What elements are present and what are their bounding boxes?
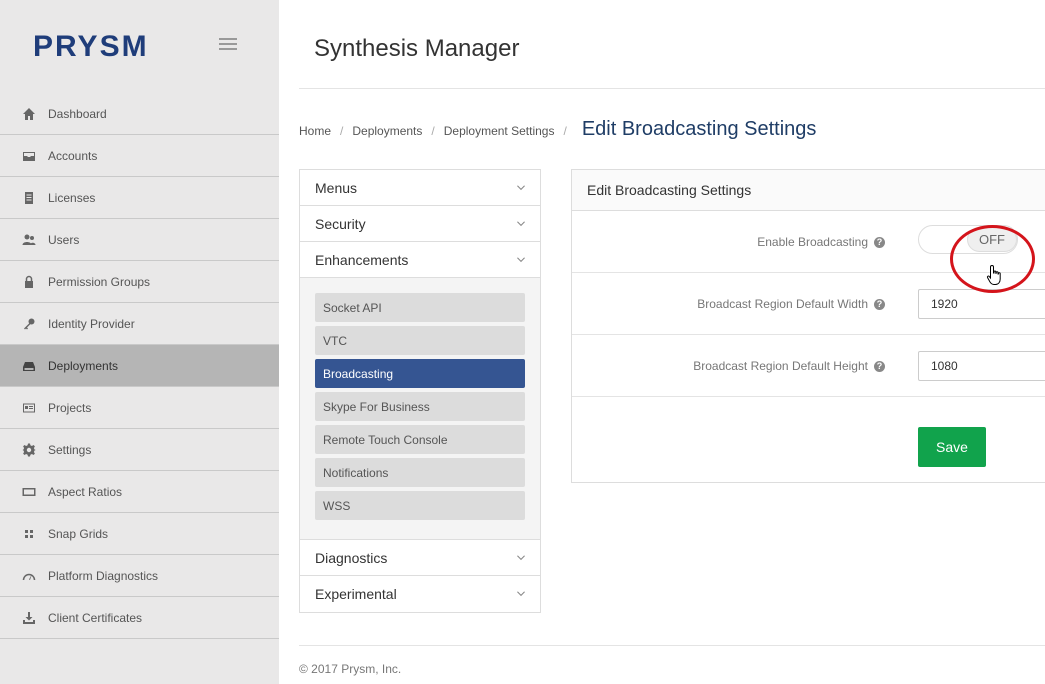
accordion-enhancements[interactable]: Enhancements <box>300 242 540 278</box>
toggle-knob: OFF <box>967 227 1017 252</box>
prysm-logo[interactable]: PRYSM <box>33 30 149 64</box>
accordion-menus[interactable]: Menus <box>300 170 540 206</box>
gauge-icon <box>22 569 36 583</box>
broadcasting-settings-panel: Edit Broadcasting Settings Enable Broadc… <box>571 169 1045 483</box>
page-title: Synthesis Manager <box>314 35 520 62</box>
sidebar-item-label: Projects <box>48 400 92 415</box>
chevron-down-icon <box>517 590 525 598</box>
accordion-experimental[interactable]: Experimental <box>300 576 540 612</box>
sidebar-item-label: Users <box>48 232 80 247</box>
breadcrumb-separator: / <box>563 124 567 138</box>
sidebar-item-label: Deployments <box>48 358 119 373</box>
sidebar-item-label: Snap Grids <box>48 526 109 541</box>
drive-icon <box>22 359 36 373</box>
gear-icon <box>22 443 36 457</box>
sidebar-item-label: Settings <box>48 442 92 457</box>
breadcrumb-current: Edit Broadcasting Settings <box>581 118 817 140</box>
form-row-enable-broadcasting: Enable Broadcasting ? OFF <box>572 211 1045 273</box>
accordion-diagnostics[interactable]: Diagnostics <box>300 540 540 576</box>
accordion-security[interactable]: Security <box>300 206 540 242</box>
sidebar-item-aspect-ratios[interactable]: Aspect Ratios <box>0 471 279 513</box>
submenu-item-broadcasting[interactable]: Broadcasting <box>315 359 525 388</box>
breadcrumb: Home / Deployments / Deployment Settings… <box>299 118 816 141</box>
submenu-item-notifications[interactable]: Notifications <box>315 458 525 487</box>
sidebar-item-platform-diagnostics[interactable]: Platform Diagnostics <box>0 555 279 597</box>
settings-accordion: Menus Security Enhancements Socket API V… <box>299 169 541 613</box>
chevron-down-icon <box>517 220 525 228</box>
sidebar-item-accounts[interactable]: Accounts <box>0 135 279 177</box>
rectangle-icon <box>22 485 36 499</box>
sidebar-item-projects[interactable]: Projects <box>0 387 279 429</box>
sidebar-item-identity-provider[interactable]: Identity Provider <box>0 303 279 345</box>
region-height-label: Broadcast Region Default Height <box>693 359 868 373</box>
submenu-item-vtc[interactable]: VTC <box>315 326 525 355</box>
enhancements-submenu: Socket API VTC Broadcasting Skype For Bu… <box>300 278 540 540</box>
users-icon <box>22 233 36 247</box>
document-icon <box>22 191 36 205</box>
region-width-label: Broadcast Region Default Width <box>697 297 868 311</box>
inbox-icon <box>22 149 36 163</box>
sidebar-item-dashboard[interactable]: Dashboard <box>0 93 279 135</box>
region-width-label-group: Broadcast Region Default Width ? <box>697 273 885 335</box>
help-icon[interactable]: ? <box>874 298 885 310</box>
sidebar-item-label: Permission Groups <box>48 274 151 289</box>
help-icon[interactable]: ? <box>874 360 885 372</box>
sidebar-item-label: Client Certificates <box>48 610 143 625</box>
sidebar-nav: Dashboard Accounts Licenses Users Permis… <box>0 93 279 639</box>
sidebar-item-label: Aspect Ratios <box>48 484 123 499</box>
sidebar-item-licenses[interactable]: Licenses <box>0 177 279 219</box>
download-icon <box>22 611 36 625</box>
accordion-label: Menus <box>315 179 358 196</box>
accordion-label: Experimental <box>315 586 397 602</box>
region-height-label-group: Broadcast Region Default Height ? <box>693 335 885 397</box>
sidebar: PRYSM Dashboard Accounts Licenses Users … <box>0 0 279 684</box>
region-width-input[interactable] <box>918 289 1045 319</box>
submenu-item-remote-touch-console[interactable]: Remote Touch Console <box>315 425 525 454</box>
form-row-region-width: Broadcast Region Default Width ? <box>572 273 1045 335</box>
submenu-item-wss[interactable]: WSS <box>315 491 525 520</box>
enable-broadcasting-label-group: Enable Broadcasting ? <box>757 211 885 273</box>
header-divider <box>299 88 1045 89</box>
panel-title: Edit Broadcasting Settings <box>572 170 1045 211</box>
hamburger-menu-icon[interactable] <box>219 38 237 52</box>
accordion-label: Security <box>315 215 366 232</box>
accordion-label: Diagnostics <box>315 549 388 566</box>
save-button[interactable]: Save <box>918 427 986 467</box>
breadcrumb-deployments[interactable]: Deployments <box>352 124 422 138</box>
footer-copyright: © 2017 Prysm, Inc. <box>299 662 402 676</box>
breadcrumb-home[interactable]: Home <box>299 124 331 138</box>
id-card-icon <box>22 401 36 415</box>
accordion-label: Enhancements <box>315 251 409 268</box>
submenu-item-socket-api[interactable]: Socket API <box>315 293 525 322</box>
sidebar-item-permission-groups[interactable]: Permission Groups <box>0 261 279 303</box>
home-icon <box>22 107 36 121</box>
chevron-down-icon <box>517 184 525 192</box>
form-row-region-height: Broadcast Region Default Height ? <box>572 335 1045 397</box>
enable-broadcasting-toggle[interactable]: OFF <box>918 225 1018 254</box>
help-icon[interactable]: ? <box>874 236 885 248</box>
sidebar-item-label: Dashboard <box>48 106 107 121</box>
breadcrumb-separator: / <box>340 124 344 138</box>
key-icon <box>22 317 36 331</box>
chevron-down-icon <box>517 256 525 264</box>
grid-icon <box>22 527 36 541</box>
breadcrumb-deployment-settings[interactable]: Deployment Settings <box>444 124 555 138</box>
region-height-input[interactable] <box>918 351 1045 381</box>
enable-broadcasting-label: Enable Broadcasting <box>757 235 868 249</box>
sidebar-item-snap-grids[interactable]: Snap Grids <box>0 513 279 555</box>
lock-icon <box>22 275 36 289</box>
sidebar-item-client-certificates[interactable]: Client Certificates <box>0 597 279 639</box>
sidebar-item-label: Identity Provider <box>48 316 135 331</box>
footer-divider <box>299 645 1045 646</box>
sidebar-item-label: Accounts <box>48 148 98 163</box>
sidebar-item-settings[interactable]: Settings <box>0 429 279 471</box>
sidebar-item-users[interactable]: Users <box>0 219 279 261</box>
submenu-item-skype-for-business[interactable]: Skype For Business <box>315 392 525 421</box>
breadcrumb-separator: / <box>431 124 435 138</box>
sidebar-item-label: Licenses <box>48 190 96 205</box>
chevron-down-icon <box>517 554 525 562</box>
sidebar-item-label: Platform Diagnostics <box>48 568 159 583</box>
sidebar-item-deployments[interactable]: Deployments <box>0 345 279 387</box>
